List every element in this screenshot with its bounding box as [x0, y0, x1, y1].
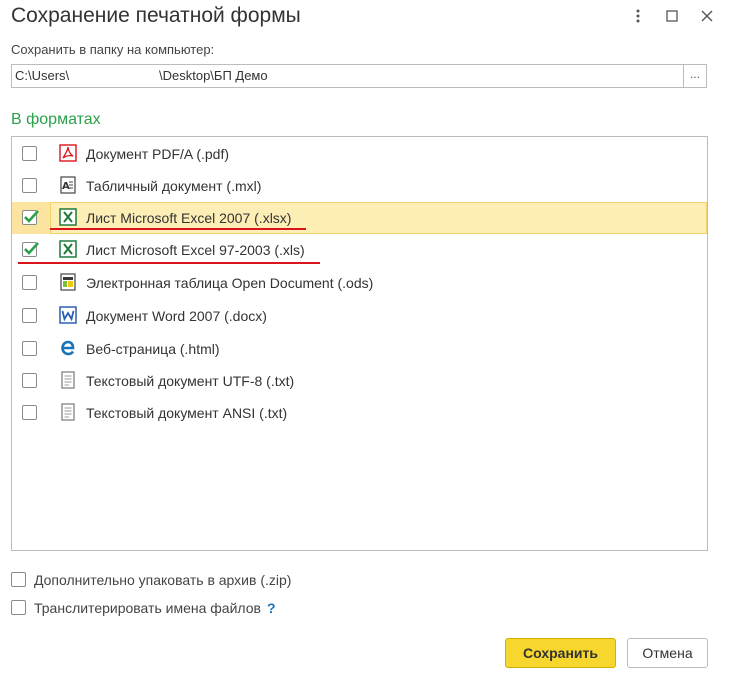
- format-label-html: Веб-страница (.html): [86, 341, 220, 357]
- format-row-mxl[interactable]: A Табличный документ (.mxl): [12, 170, 707, 202]
- format-label-txt-ansi: Текстовый документ ANSI (.txt): [86, 405, 288, 421]
- formats-title: В форматах: [11, 111, 101, 128]
- browse-button[interactable]: ...: [683, 64, 707, 88]
- more-icon[interactable]: [628, 6, 648, 26]
- format-checkbox-xlsx[interactable]: [22, 210, 39, 225]
- help-icon[interactable]: ?: [267, 600, 276, 616]
- format-checkbox-txt-utf8[interactable]: [22, 373, 37, 388]
- ods-icon: [59, 273, 77, 291]
- format-checkbox-pdf[interactable]: [22, 146, 37, 161]
- close-icon[interactable]: [697, 6, 717, 26]
- translit-checkbox[interactable]: [11, 600, 26, 615]
- pdf-icon: [59, 144, 77, 162]
- folder-path-input[interactable]: C:\Users\ \Desktop\БП Демо: [11, 64, 683, 88]
- formats-list: Документ PDF/A (.pdf) A Табличный докуме…: [11, 136, 708, 551]
- path-part-desktop: \Desktop\БП Демо: [159, 68, 268, 83]
- path-part-user: C:\Users\: [15, 68, 70, 83]
- mxl-icon: A: [59, 176, 77, 194]
- checkmark-icon: [24, 210, 39, 223]
- excel-icon: [59, 240, 77, 258]
- format-checkbox-mxl[interactable]: [22, 178, 37, 193]
- zip-label: Дополнительно упаковать в архив (.zip): [34, 572, 292, 588]
- format-row-html[interactable]: Веб-страница (.html): [12, 333, 707, 365]
- format-label-xls: Лист Microsoft Excel 97-2003 (.xls): [86, 242, 305, 258]
- format-checkbox-xls[interactable]: [22, 242, 39, 257]
- format-label-mxl: Табличный документ (.mxl): [86, 178, 262, 194]
- annotation-underline-xls: [18, 262, 320, 264]
- txt-icon: [59, 371, 77, 389]
- word-icon: [59, 306, 77, 324]
- zip-checkbox[interactable]: [11, 572, 26, 587]
- maximize-icon[interactable]: [662, 6, 682, 26]
- html-icon: [59, 339, 77, 357]
- format-checkbox-ods[interactable]: [22, 275, 37, 290]
- translit-label: Транслитерировать имена файлов: [34, 600, 261, 616]
- txt-icon: [59, 403, 77, 421]
- format-label-pdf: Документ PDF/A (.pdf): [86, 146, 230, 162]
- checkmark-icon: [24, 242, 39, 255]
- format-checkbox-html[interactable]: [22, 341, 37, 356]
- format-row-docx[interactable]: Документ Word 2007 (.docx): [12, 300, 707, 332]
- format-checkbox-docx[interactable]: [22, 308, 37, 323]
- folder-label: Сохранить в папку на компьютер:: [11, 42, 215, 57]
- format-row-txt-utf8[interactable]: Текстовый документ UTF-8 (.txt): [12, 365, 707, 397]
- cancel-button[interactable]: Отмена: [627, 638, 708, 668]
- format-row-pdf[interactable]: Документ PDF/A (.pdf): [12, 138, 707, 170]
- svg-text:A: A: [62, 181, 70, 192]
- annotation-underline-xlsx: [50, 228, 306, 230]
- format-row-ods[interactable]: Электронная таблица Open Document (.ods): [12, 267, 707, 299]
- format-checkbox-txt-ansi[interactable]: [22, 405, 37, 420]
- format-label-xlsx: Лист Microsoft Excel 2007 (.xlsx): [86, 210, 292, 226]
- format-label-docx: Документ Word 2007 (.docx): [86, 308, 267, 324]
- dialog-title: Сохранение печатной формы: [11, 4, 301, 27]
- translit-label-wrap: Транслитерировать имена файлов?: [34, 600, 276, 616]
- format-label-txt-utf8: Текстовый документ UTF-8 (.txt): [86, 373, 295, 389]
- save-button[interactable]: Сохранить: [505, 638, 616, 668]
- excel-icon: [59, 208, 77, 226]
- format-row-txt-ansi[interactable]: Текстовый документ ANSI (.txt): [12, 397, 707, 429]
- format-label-ods: Электронная таблица Open Document (.ods): [86, 275, 374, 291]
